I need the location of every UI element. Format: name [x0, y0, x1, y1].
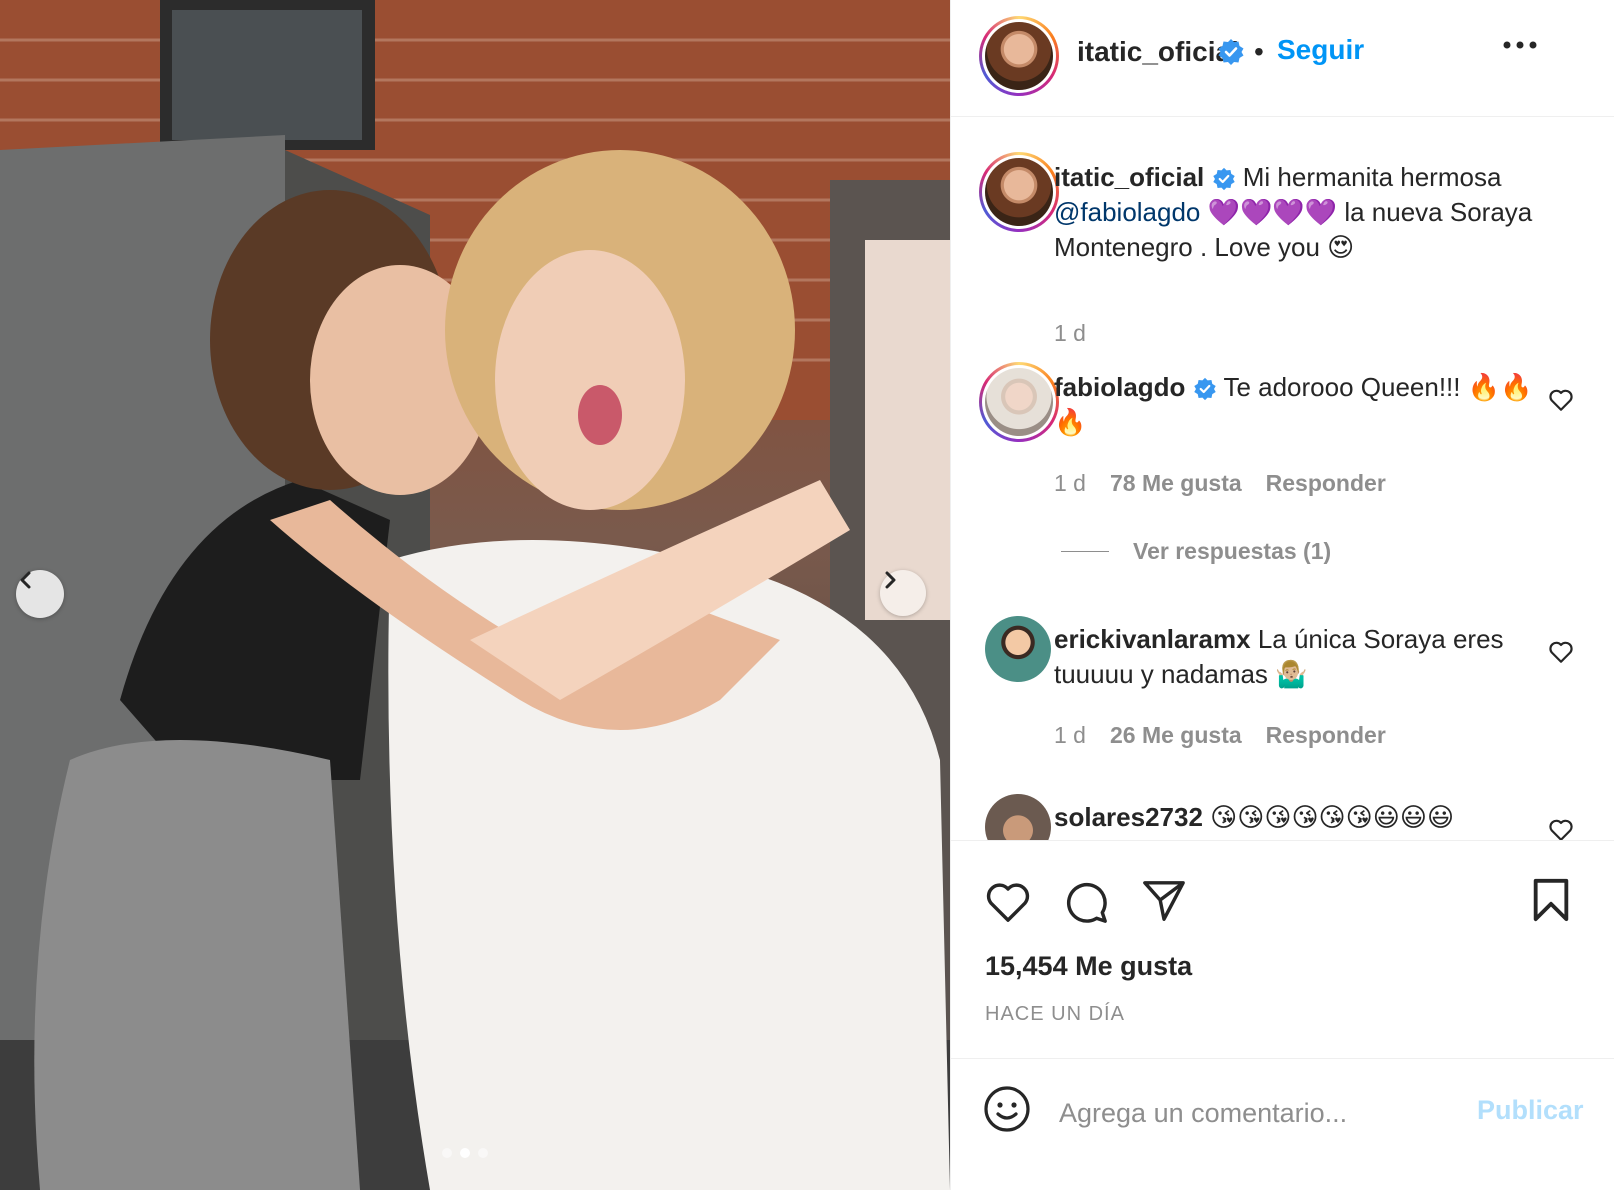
- heart-icon[interactable]: [985, 881, 1031, 923]
- avatar-image: [985, 158, 1053, 226]
- heart-icon[interactable]: [1548, 818, 1574, 840]
- post-timestamp: HACE UN DÍA: [985, 1003, 1125, 1025]
- avatar-image: [985, 22, 1053, 90]
- more-dots-icon[interactable]: [1503, 40, 1537, 50]
- view-replies-button[interactable]: Ver respuestas (1): [1061, 538, 1331, 565]
- likes-count[interactable]: 15,454 Me gusta: [985, 951, 1192, 982]
- carousel-dot-active: [460, 1148, 470, 1158]
- caption-time: 1 d: [1054, 320, 1086, 346]
- reply-button[interactable]: Responder: [1266, 470, 1386, 497]
- comment-input[interactable]: [1059, 1093, 1439, 1133]
- verified-badge-icon: [1212, 167, 1235, 191]
- smiley-icon[interactable]: [983, 1085, 1031, 1133]
- comment-item: solares2732 😘😘😘😘😘😘😃😃😃: [951, 788, 1614, 840]
- bookmark-icon[interactable]: [1531, 877, 1571, 923]
- comment-text: erickivanlaramx La única Soraya eres tuu…: [1054, 622, 1554, 692]
- comment-likes-link[interactable]: 78 Me gusta: [1110, 470, 1242, 497]
- photo-illustration: [0, 0, 950, 1190]
- commenter-avatar[interactable]: [979, 362, 1059, 442]
- author-username[interactable]: itatic_oficial: [1077, 36, 1239, 68]
- chevron-left-icon: [20, 571, 31, 589]
- caption: itatic_oficial Mi hermanita hermosa @fab…: [951, 148, 1614, 348]
- post-photo[interactable]: [0, 0, 950, 1190]
- caption-username[interactable]: itatic_oficial: [1054, 162, 1204, 192]
- commenter-username[interactable]: solares2732: [1054, 802, 1203, 832]
- comments-list[interactable]: itatic_oficial Mi hermanita hermosa @fab…: [951, 118, 1614, 840]
- avatar-image: [985, 794, 1051, 840]
- commenter-username[interactable]: erickivanlaramx: [1054, 624, 1251, 654]
- caption-avatar[interactable]: [979, 152, 1059, 232]
- carousel-indicator: [442, 1148, 488, 1158]
- verified-badge-icon: [1218, 39, 1244, 65]
- carousel-dot: [478, 1148, 488, 1158]
- next-image-button[interactable]: [880, 570, 926, 616]
- comment-likes-link[interactable]: 26 Me gusta: [1110, 722, 1242, 749]
- chevron-right-icon: [885, 571, 896, 589]
- comment-time: 1 d: [1054, 470, 1086, 496]
- caption-text: itatic_oficial Mi hermanita hermosa @fab…: [1054, 160, 1554, 265]
- comment-text: solares2732 😘😘😘😘😘😘😃😃😃: [1054, 800, 1554, 835]
- publish-button[interactable]: Publicar: [1477, 1095, 1584, 1126]
- caption-meta: 1 d: [1054, 320, 1086, 347]
- view-replies-label: Ver respuestas (1): [1133, 538, 1332, 564]
- paper-plane-icon[interactable]: [1141, 879, 1187, 923]
- previous-image-button[interactable]: [16, 570, 64, 618]
- avatar-image: [985, 616, 1051, 682]
- replies-line: [1061, 551, 1109, 552]
- post-side-panel: itatic_oficial • Seguir itatic_oficial M…: [950, 0, 1614, 1190]
- comment-item: erickivanlaramx La única Soraya eres tuu…: [951, 610, 1614, 770]
- caption-mention-link[interactable]: @fabiolagdo: [1054, 197, 1200, 227]
- comment-body: 😘😘😘😘😘😘😃😃😃: [1210, 802, 1455, 832]
- carousel-dot: [442, 1148, 452, 1158]
- comment-time: 1 d: [1054, 722, 1086, 748]
- author-avatar[interactable]: [979, 16, 1059, 96]
- comment-text: fabiolagdo Te adorooo Queen!!! 🔥🔥🔥: [1054, 370, 1554, 440]
- comment-meta: 1 d 26 Me gusta Responder: [1054, 722, 1386, 749]
- reply-button[interactable]: Responder: [1266, 722, 1386, 749]
- comment-composer: Publicar: [951, 1058, 1614, 1190]
- avatar-image: [985, 368, 1053, 436]
- comment-bubble-icon[interactable]: [1063, 879, 1109, 925]
- post-header: itatic_oficial • Seguir: [951, 0, 1614, 117]
- header-separator: •: [1254, 36, 1264, 67]
- caption-body: Mi hermanita hermosa: [1242, 162, 1502, 192]
- commenter-avatar[interactable]: [985, 616, 1051, 682]
- heart-icon[interactable]: [1548, 640, 1574, 664]
- follow-button[interactable]: Seguir: [1277, 34, 1364, 66]
- commenter-username[interactable]: fabiolagdo: [1054, 372, 1185, 402]
- verified-badge-icon: [1193, 377, 1216, 401]
- post-actions: 15,454 Me gusta HACE UN DÍA: [951, 840, 1614, 1058]
- commenter-avatar[interactable]: [985, 794, 1051, 840]
- comment-item: fabiolagdo Te adorooo Queen!!! 🔥🔥🔥 1 d 7…: [951, 358, 1614, 558]
- heart-icon[interactable]: [1548, 388, 1574, 412]
- comment-meta: 1 d 78 Me gusta Responder: [1054, 470, 1386, 497]
